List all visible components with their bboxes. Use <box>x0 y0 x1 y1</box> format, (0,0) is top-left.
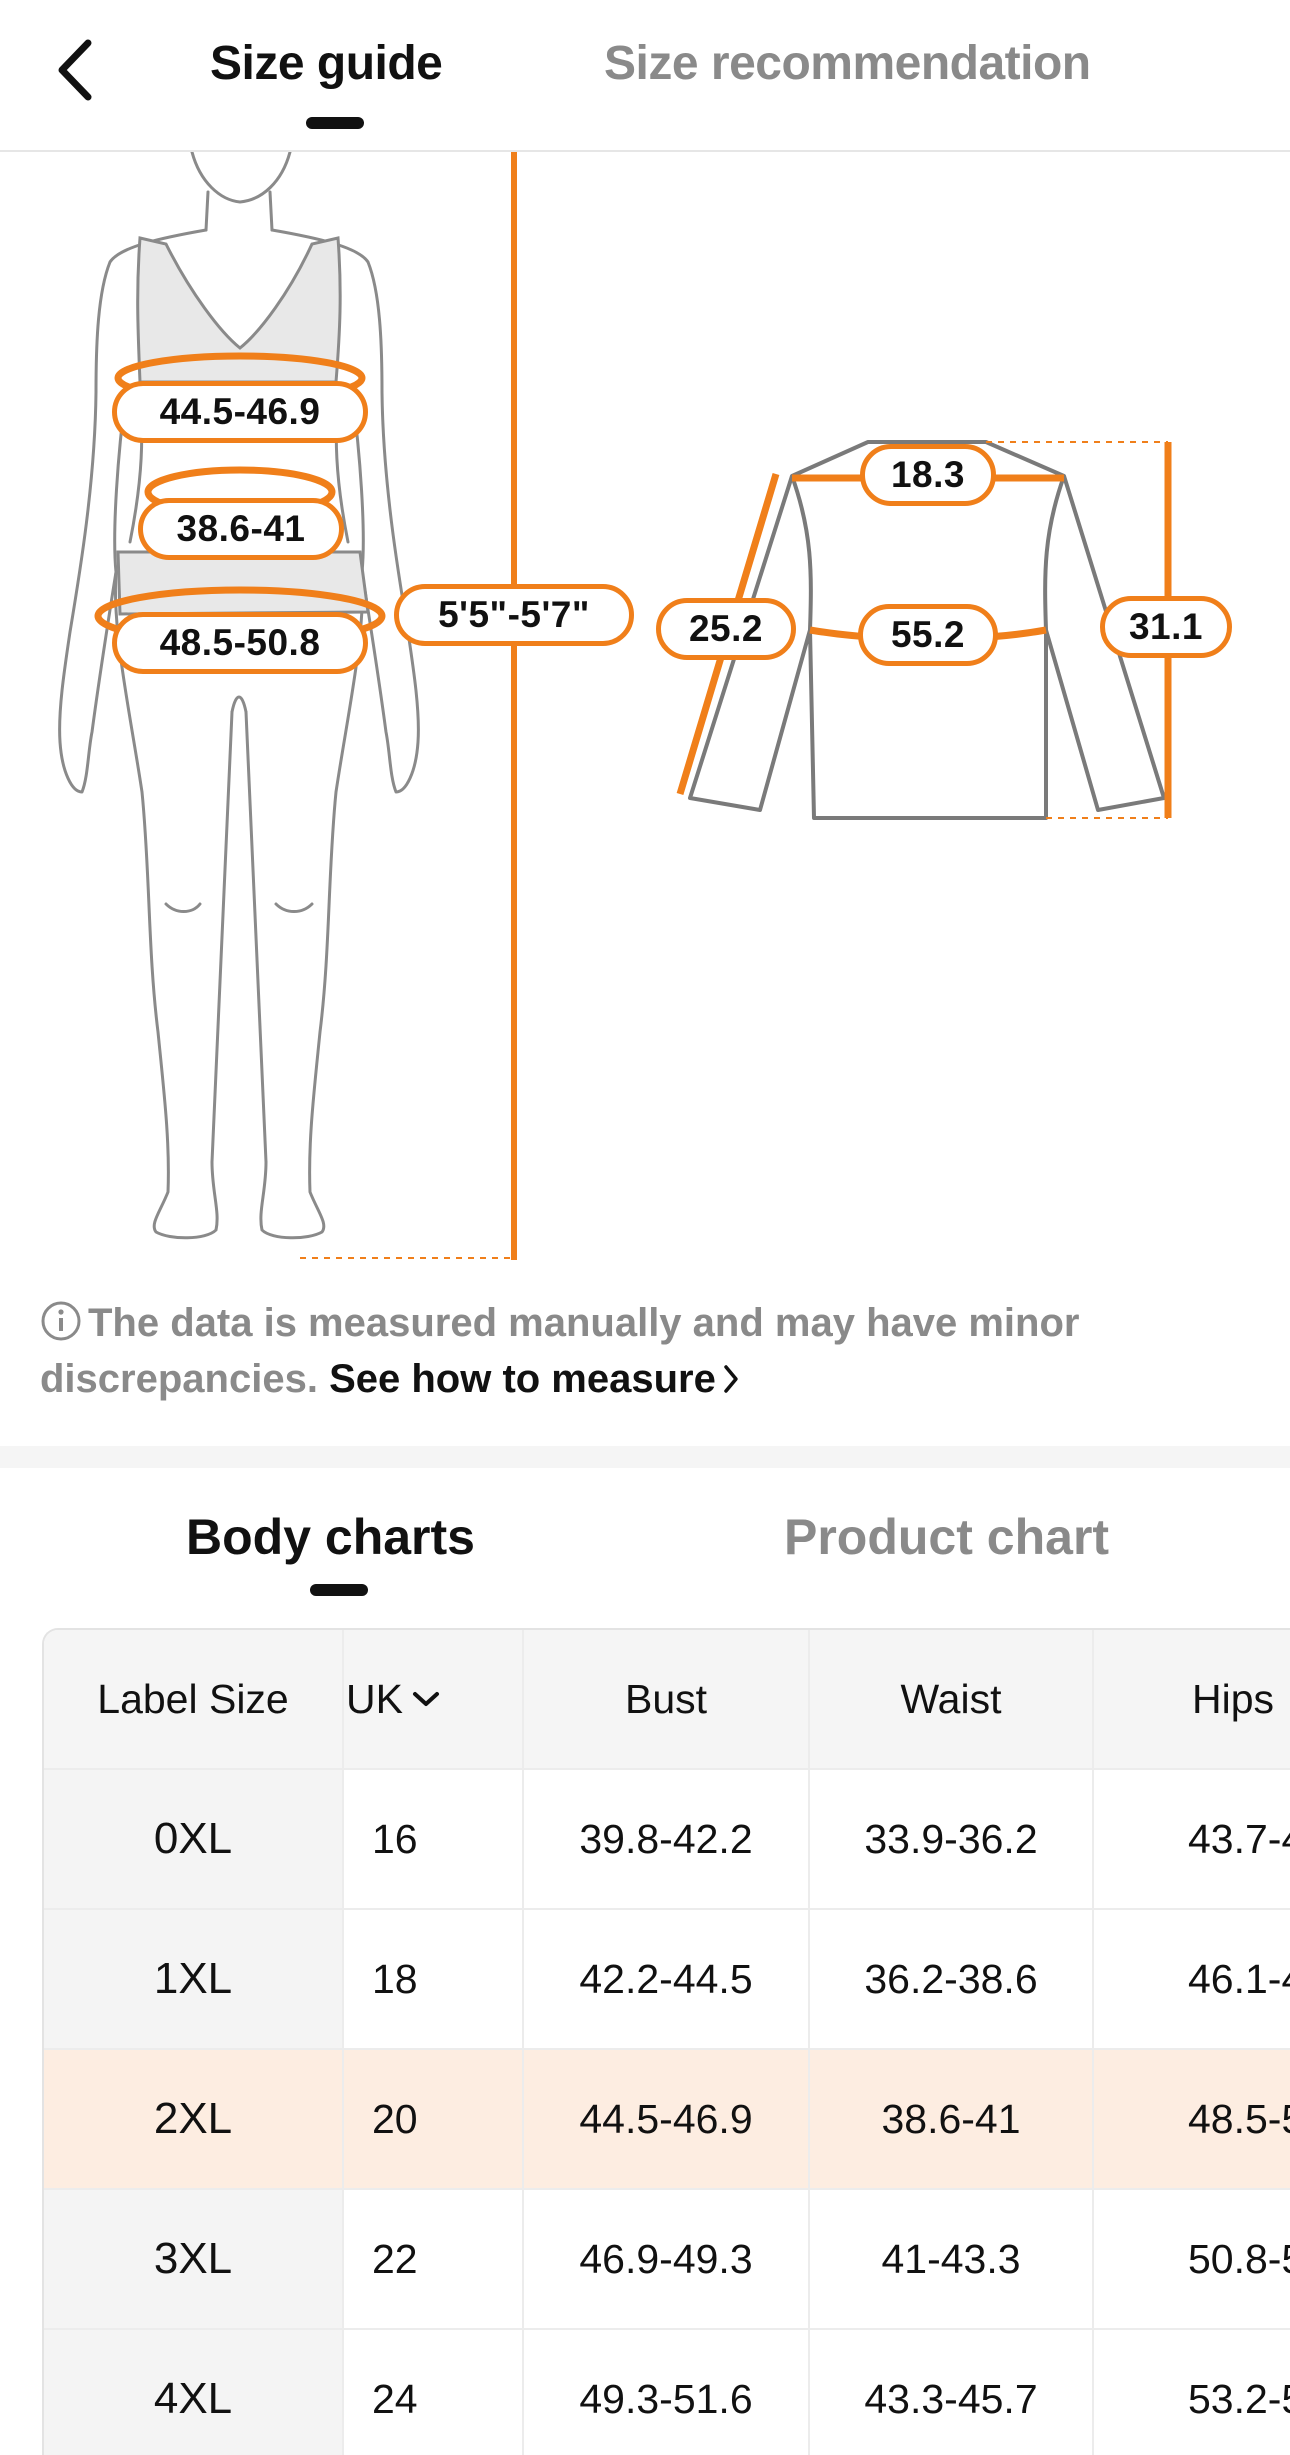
uk-size: 24 <box>344 2330 524 2455</box>
hips-value: 50.8-53.2 <box>1094 2190 1290 2328</box>
hips-measure-label: 48.5-50.8 <box>112 612 368 674</box>
length-measure-label: 31.1 <box>1100 596 1232 658</box>
size-label: 0XL <box>44 1770 344 1908</box>
column-header-hips: Hips <box>1094 1630 1290 1768</box>
bust-value: 44.5-46.9 <box>524 2050 810 2188</box>
tab-size-guide-indicator <box>306 117 364 129</box>
table-row[interactable]: 0XL 16 39.8-42.2 33.9-36.2 43.7-46.1 <box>44 1770 1290 1910</box>
hips-value: 48.5-50.8 <box>1094 2050 1290 2188</box>
bust-measure-label: 44.5-46.9 <box>112 381 368 443</box>
chevron-left-icon <box>58 39 92 101</box>
bust-value: 42.2-44.5 <box>524 1910 810 2048</box>
waist-value: 33.9-36.2 <box>810 1770 1094 1908</box>
waist-value: 36.2-38.6 <box>810 1910 1094 2048</box>
column-header-bust: Bust <box>524 1630 810 1768</box>
tab-body-charts-indicator <box>310 1584 368 1596</box>
how-to-measure-label: See how to measure <box>329 1357 716 1401</box>
chevron-right-icon <box>724 1365 738 1393</box>
product-bust-measure-label: 55.2 <box>858 604 998 666</box>
tab-size-recommendation[interactable]: Size recommendation <box>604 36 1091 91</box>
waist-value: 38.6-41 <box>810 2050 1094 2188</box>
table-row[interactable]: 3XL 22 46.9-49.3 41-43.3 50.8-53.2 <box>44 2190 1290 2330</box>
region-select[interactable]: UK <box>344 1630 524 1768</box>
size-label: 2XL <box>44 2050 344 2188</box>
uk-size: 20 <box>344 2050 524 2188</box>
measurement-drawing <box>58 152 1172 1260</box>
table-row-recommended[interactable]: 2XL 20 44.5-46.9 38.6-41 48.5-50.8 <box>44 2050 1290 2190</box>
hips-value: 43.7-46.1 <box>1094 1770 1290 1908</box>
shoulder-measure-label: 18.3 <box>860 444 996 506</box>
top-bar: Size guide Size recommendation <box>0 0 1290 152</box>
region-select-value: UK <box>346 1675 403 1722</box>
table-row[interactable]: 1XL 18 42.2-44.5 36.2-38.6 46.1-48.5 <box>44 1910 1290 2050</box>
size-label: 1XL <box>44 1910 344 2048</box>
bust-value: 49.3-51.6 <box>524 2330 810 2455</box>
measurement-illustration: 44.5-46.9 38.6-41 48.5-50.8 5'5"-5'7" 18… <box>0 152 1290 1264</box>
column-header-waist: Waist <box>810 1630 1094 1768</box>
size-label: 3XL <box>44 2190 344 2328</box>
table-header-row: Label Size UK Bust Waist Hips <box>44 1630 1290 1770</box>
tab-body-charts[interactable]: Body charts <box>186 1508 475 1566</box>
how-to-measure-link[interactable]: See how to measure <box>329 1357 740 1401</box>
tab-size-guide[interactable]: Size guide <box>210 36 443 91</box>
uk-size: 18 <box>344 1910 524 2048</box>
height-measure-label: 5'5"-5'7" <box>394 584 634 646</box>
chevron-down-icon <box>412 1692 439 1706</box>
sleeve-measure-label: 25.2 <box>656 598 796 660</box>
tab-product-chart[interactable]: Product chart <box>784 1508 1109 1566</box>
waist-measure-label: 38.6-41 <box>138 498 344 560</box>
hips-value: 53.2-55.5 <box>1094 2330 1290 2455</box>
uk-size: 16 <box>344 1770 524 1908</box>
bust-value: 39.8-42.2 <box>524 1770 810 1908</box>
waist-value: 43.3-45.7 <box>810 2330 1094 2455</box>
hips-value: 46.1-48.5 <box>1094 1910 1290 2048</box>
measurement-disclaimer: The data is measured manually and may ha… <box>40 1295 1250 1407</box>
info-icon <box>41 1301 81 1341</box>
waist-value: 41-43.3 <box>810 2190 1094 2328</box>
size-table: Label Size UK Bust Waist Hips 0XL 16 39.… <box>42 1628 1290 2455</box>
size-label: 4XL <box>44 2330 344 2455</box>
table-row[interactable]: 4XL 24 49.3-51.6 43.3-45.7 53.2-55.5 <box>44 2330 1290 2455</box>
uk-size: 22 <box>344 2190 524 2328</box>
section-divider <box>0 1446 1290 1468</box>
back-button[interactable] <box>50 30 130 110</box>
bust-value: 46.9-49.3 <box>524 2190 810 2328</box>
column-header-label-size: Label Size <box>44 1630 344 1768</box>
